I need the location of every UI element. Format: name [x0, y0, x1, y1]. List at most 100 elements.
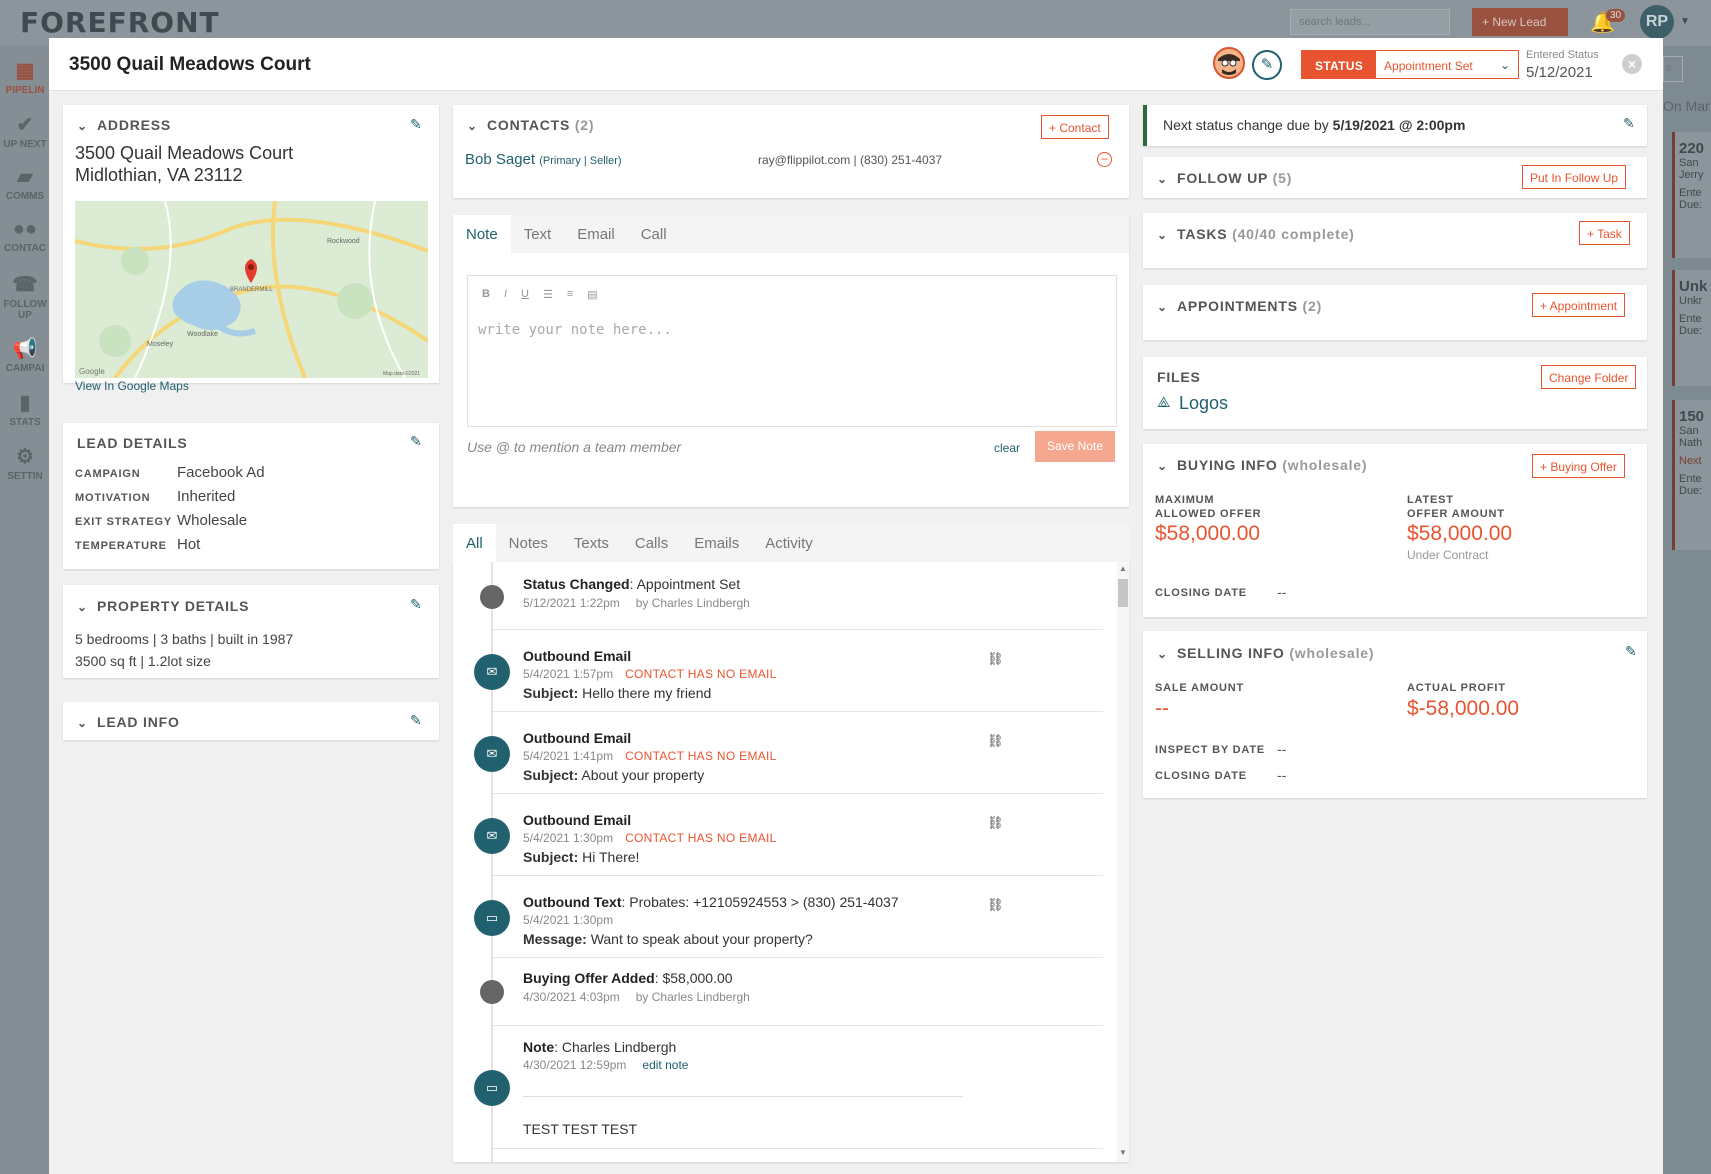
tab-all[interactable]: All	[453, 524, 496, 562]
contacts-panel: ⌄ CONTACTS (2) + Contact Bob Saget (Prima…	[453, 105, 1129, 198]
tab-calls[interactable]: Calls	[622, 524, 681, 562]
property-details-header[interactable]: ⌄ PROPERTY DETAILS	[77, 598, 249, 614]
assignee-avatar[interactable]	[1213, 47, 1245, 79]
pencil-icon[interactable]: ✎	[410, 116, 422, 133]
sidebar-item-stats[interactable]: ▮ STATS	[0, 390, 50, 428]
pencil-icon[interactable]: ✎	[410, 433, 422, 450]
app-logo: FOREFRONT	[20, 6, 220, 39]
feed-item-title: Outbound Text: Probates: +12105924553 > …	[523, 894, 899, 910]
contact-details: ray@flippilot.com | (830) 251-4037	[758, 153, 943, 167]
add-task-button[interactable]: + Task	[1579, 221, 1630, 245]
link-icon[interactable]: ⛓	[987, 733, 1004, 749]
tab-email[interactable]: Email	[564, 215, 628, 253]
pipeline-card[interactable]: Unk Unkr Ente Due:	[1672, 270, 1711, 386]
add-contact-button[interactable]: + Contact	[1041, 115, 1109, 139]
tab-texts[interactable]: Texts	[561, 524, 622, 562]
sidebar-item-up-next[interactable]: ✔ UP NEXT	[0, 112, 50, 150]
pencil-icon[interactable]: ✎	[410, 596, 422, 613]
chevron-down-icon[interactable]: ▼	[1680, 16, 1690, 27]
feed-item-meta: 5/4/2021 1:41pm CONTACT HAS NO EMAIL	[523, 749, 777, 763]
follow-up-header[interactable]: ⌄ FOLLOW UP (5)	[1157, 170, 1292, 186]
tab-notes[interactable]: Notes	[496, 524, 561, 562]
sidebar-item-campaigns[interactable]: 📢 CAMPAI	[0, 336, 50, 374]
change-folder-button[interactable]: Change Folder	[1541, 365, 1637, 389]
sidebar-item-comms[interactable]: ▰ COMMS	[0, 164, 50, 202]
feed-item-meta: 5/4/2021 1:30pm	[523, 913, 614, 927]
status-selector[interactable]: STATUS Appointment Set ⌄	[1301, 50, 1520, 79]
pencil-icon[interactable]: ✎	[1625, 643, 1637, 660]
sidebar-item-follow-up[interactable]: ☎ FOLLOW UP	[0, 272, 50, 321]
add-appointment-button[interactable]: + Appointment	[1532, 293, 1626, 317]
map-label: Woodlake	[187, 331, 218, 338]
underline-button[interactable]: U	[521, 288, 529, 301]
note-placeholder: write your note here...	[478, 322, 672, 338]
link-icon[interactable]: ⛓	[987, 897, 1004, 913]
note-editor[interactable]: B I U ☰ ≡ ▤ write your note here...	[467, 275, 1117, 427]
numbered-list-button[interactable]: ≡	[567, 288, 573, 301]
appointments-header[interactable]: ⌄ APPOINTMENTS (2)	[1157, 298, 1322, 314]
feed-divider	[493, 1148, 1103, 1149]
put-in-follow-up-button[interactable]: Put In Follow Up	[1522, 165, 1627, 189]
scroll-down-icon[interactable]: ▼	[1119, 1148, 1127, 1157]
feed-scrollbar[interactable]: ▲ ▼	[1117, 562, 1129, 1162]
tab-note[interactable]: Note	[453, 215, 511, 253]
scrollbar-thumb[interactable]	[1118, 579, 1128, 607]
feed-item-subject: Subject: About your property	[523, 767, 705, 783]
new-lead-button[interactable]: + New Lead	[1472, 8, 1568, 36]
pipeline-tab[interactable]: s	[1663, 56, 1683, 82]
feed-divider	[493, 957, 1103, 958]
sale-amount-value: --	[1155, 697, 1169, 720]
buying-info-header[interactable]: ⌄ BUYING INFO (wholesale)	[1157, 457, 1367, 473]
edit-lead-button[interactable]: ✎	[1252, 50, 1282, 80]
pipeline-card[interactable]: 220 San Jerry Ente Due:	[1672, 132, 1711, 258]
pencil-icon[interactable]: ✎	[410, 712, 422, 729]
contact-name-link[interactable]: Bob Saget (Primary | Seller)	[465, 151, 622, 168]
search-input[interactable]: search leads...	[1290, 9, 1450, 35]
pencil-icon: ✎	[1260, 56, 1274, 73]
note-divider	[523, 1096, 963, 1097]
link-icon[interactable]: ⛓	[987, 815, 1004, 831]
save-note-button[interactable]: Save Note	[1035, 431, 1115, 462]
table-button[interactable]: ▤	[587, 288, 597, 301]
lead-detail-label: EXIT STRATEGY	[75, 516, 172, 528]
view-in-google-maps-link[interactable]: View In Google Maps	[75, 379, 189, 393]
close-modal-button[interactable]: ×	[1622, 54, 1642, 74]
lead-info-header[interactable]: ⌄ LEAD INFO	[77, 714, 180, 730]
tab-activity[interactable]: Activity	[752, 524, 826, 562]
clear-link[interactable]: clear	[994, 441, 1020, 455]
folder-link[interactable]: Logos	[1179, 393, 1228, 414]
bold-button[interactable]: B	[482, 288, 490, 301]
address-map[interactable]: Rockwood BRANDERMILL Woodlake Moseley Go…	[75, 201, 428, 378]
composer-panel: Note Text Email Call B I U ☰ ≡ ▤ write y…	[453, 215, 1129, 507]
latest-offer-label-2: OFFER AMOUNT	[1407, 508, 1505, 520]
tasks-header[interactable]: ⌄ TASKS (40/40 complete)	[1157, 226, 1355, 242]
feed-tabs-bar: All Notes Texts Calls Emails Activity	[453, 524, 1129, 562]
user-avatar[interactable]: RP	[1640, 5, 1674, 39]
add-buying-offer-button[interactable]: + Buying Offer	[1532, 454, 1625, 478]
closing-date-value: --	[1277, 767, 1287, 783]
italic-button[interactable]: I	[504, 288, 507, 301]
sidebar-item-contacts[interactable]: ●● CONTAC	[0, 218, 50, 254]
chevron-down-icon: ⌄	[77, 716, 88, 730]
sidebar-item-pipeline[interactable]: ▦ PIPELIN	[0, 58, 50, 96]
address-panel-header[interactable]: ⌄ ADDRESS	[77, 117, 171, 133]
tab-call[interactable]: Call	[628, 215, 680, 253]
sidebar-item-settings[interactable]: ⚙ SETTIN	[0, 444, 50, 482]
contacts-header[interactable]: ⌄ CONTACTS (2)	[467, 117, 594, 133]
remove-contact-icon[interactable]: –	[1097, 152, 1112, 167]
selling-info-header[interactable]: ⌄ SELLING INFO (wholesale)	[1157, 645, 1374, 661]
notification-count-badge: 30	[1606, 9, 1626, 22]
property-details-line2: 3500 sq ft | 1.2lot size	[75, 653, 211, 669]
status-select[interactable]: Appointment Set ⌄	[1376, 51, 1519, 78]
pencil-icon[interactable]: ✎	[1623, 115, 1635, 132]
link-icon[interactable]: ⛓	[987, 651, 1004, 667]
tab-text[interactable]: Text	[511, 215, 565, 253]
edit-note-link[interactable]: edit note	[642, 1058, 688, 1072]
feed-item-meta: 5/4/2021 1:57pm CONTACT HAS NO EMAIL	[523, 667, 777, 681]
bullet-list-button[interactable]: ☰	[543, 288, 553, 301]
pipeline-card[interactable]: 150 San Nath Next Ente Due:	[1672, 400, 1711, 550]
scroll-up-icon[interactable]: ▲	[1119, 564, 1127, 573]
follow-up-panel: ⌄ FOLLOW UP (5) Put In Follow Up	[1143, 157, 1647, 198]
inspect-by-date-label: INSPECT BY DATE	[1155, 744, 1265, 756]
tab-emails[interactable]: Emails	[681, 524, 752, 562]
